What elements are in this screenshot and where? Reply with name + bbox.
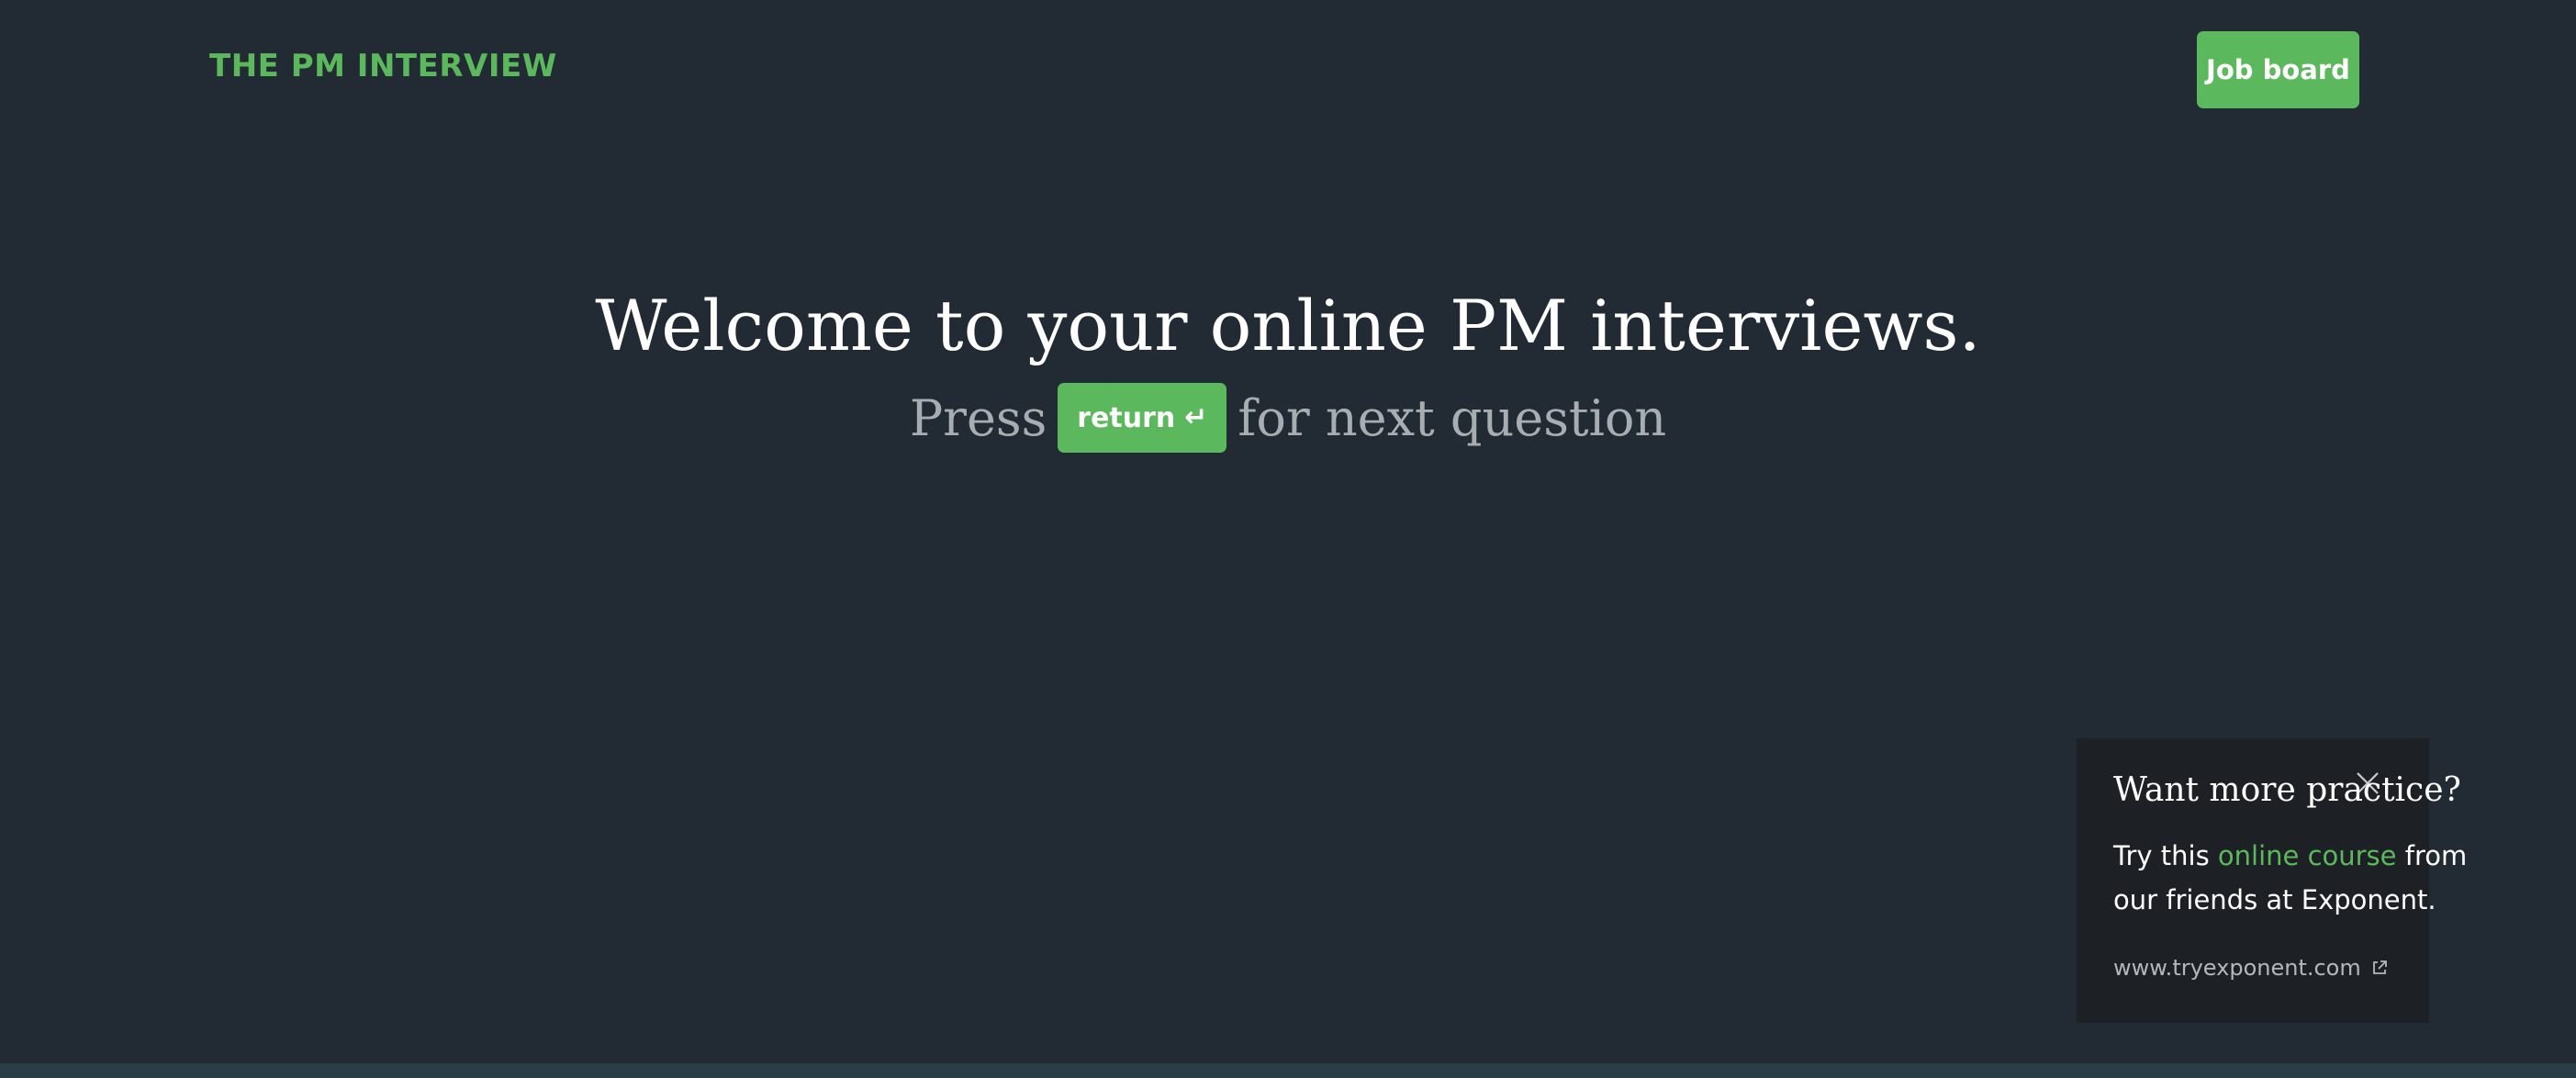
return-key-label: return	[1077, 401, 1176, 434]
job-board-button[interactable]: Job board	[2197, 31, 2359, 108]
practice-popup: Want more practice? Try this online cour…	[2077, 738, 2467, 1023]
popup-title: Want more practice?	[2113, 771, 2461, 809]
return-key-badge[interactable]: return ↵	[1058, 383, 1227, 453]
next-question-text: for next question	[1238, 388, 1667, 447]
external-link-icon	[2372, 960, 2387, 974]
return-arrow-icon: ↵	[1184, 401, 1208, 433]
brand-logo[interactable]: THE PM INTERVIEW	[209, 48, 557, 84]
hero-instruction: Press return ↵ for next question	[0, 376, 2576, 459]
online-course-link[interactable]: online course	[2218, 840, 2397, 871]
hero: Welcome to your online PM interviews. Pr…	[0, 275, 2576, 459]
bottom-bar	[0, 1063, 2576, 1078]
press-text: Press	[909, 388, 1047, 447]
popup-body-prefix: Try this	[2113, 840, 2210, 871]
exponent-url: www.tryexponent.com	[2113, 955, 2361, 981]
exponent-url-link[interactable]: www.tryexponent.com	[2113, 955, 2389, 981]
page-title: Welcome to your online PM interviews.	[595, 285, 1981, 366]
popup-body: Try this online course from our friends …	[2113, 834, 2508, 922]
